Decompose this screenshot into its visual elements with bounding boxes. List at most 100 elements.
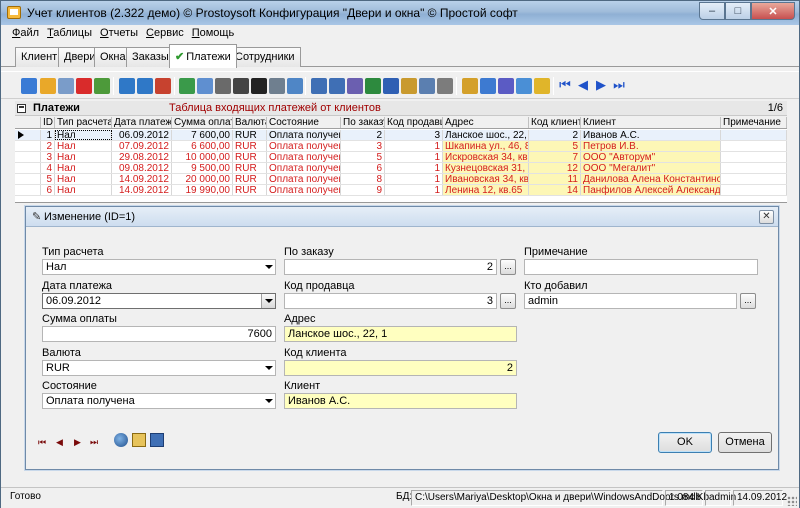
col-header-seller[interactable]: Код продавца xyxy=(385,117,443,128)
maximize-button[interactable]: □ xyxy=(725,2,751,20)
add-icon[interactable] xyxy=(94,78,110,94)
cell-sum[interactable]: 19 990,00 xyxy=(172,185,233,195)
dialog-last-record-icon[interactable]: ⏭ xyxy=(90,436,98,448)
calc-icon[interactable] xyxy=(462,78,478,94)
col-header-sum[interactable]: Сумма оплаты xyxy=(172,117,233,128)
cell-seller[interactable]: 1 xyxy=(385,185,443,195)
tab-orders[interactable]: Заказы xyxy=(126,47,175,67)
col-header-note[interactable]: Примечание xyxy=(721,117,787,128)
cell-sum[interactable]: 7 600,00 xyxy=(172,130,233,140)
cell-currency[interactable]: RUR xyxy=(233,141,267,151)
cell-seller[interactable]: 1 xyxy=(385,163,443,173)
dialog-prev-record-icon[interactable]: ◀ xyxy=(56,436,63,448)
cell-state[interactable]: Оплата получена xyxy=(267,163,341,173)
preview-icon[interactable] xyxy=(287,78,303,94)
cell-seller[interactable]: 1 xyxy=(385,141,443,151)
cell-note[interactable] xyxy=(721,152,787,162)
dialog-title-bar[interactable]: ✎ Изменение (ID=1) ✕ xyxy=(26,207,778,227)
table-row[interactable]: 5 Нал 14.09.2012 20 000,00 RUR Оплата по… xyxy=(15,174,787,185)
minimize-button[interactable]: – xyxy=(699,2,725,20)
copy-icon[interactable] xyxy=(58,78,74,94)
sum-input[interactable]: 7600 xyxy=(42,326,276,342)
cell-note[interactable] xyxy=(721,185,787,195)
cell-client[interactable]: Данилова Алена Константиновна xyxy=(581,174,721,184)
col-header-date[interactable]: Дата платежа xyxy=(112,117,172,128)
cell-currency[interactable]: RUR xyxy=(233,152,267,162)
settings-icon[interactable] xyxy=(437,78,453,94)
close-button[interactable]: ✕ xyxy=(751,2,795,20)
col-header-address[interactable]: Адрес xyxy=(443,117,529,128)
cell-type[interactable]: Нал xyxy=(55,152,112,162)
cell-order[interactable]: 9 xyxy=(341,185,385,195)
cell-address[interactable]: Ленина 12, кв.65 xyxy=(443,185,529,195)
menu-file[interactable]: Файл xyxy=(8,25,43,42)
cell-date[interactable]: 09.08.2012 xyxy=(112,163,172,173)
delete-icon[interactable] xyxy=(76,78,92,94)
calendar-dropdown-icon[interactable] xyxy=(261,294,275,308)
export-icon[interactable] xyxy=(311,78,327,94)
col-header-currency[interactable]: Валюта xyxy=(233,117,267,128)
cell-sum[interactable]: 6 600,00 xyxy=(172,141,233,151)
filter-icon[interactable] xyxy=(119,78,135,94)
sync-icon[interactable] xyxy=(179,78,195,94)
cell-address[interactable]: Ивановская 34, кв.7 xyxy=(443,174,529,184)
cell-client-code[interactable]: 11 xyxy=(529,174,581,184)
cell-id[interactable]: 3 xyxy=(41,152,55,162)
wizard-icon[interactable] xyxy=(534,78,550,94)
cell-currency[interactable]: RUR xyxy=(233,185,267,195)
added-by-input[interactable]: admin xyxy=(524,293,737,309)
ok-button[interactable]: OK xyxy=(658,432,712,453)
col-header-order[interactable]: По заказу xyxy=(341,117,385,128)
cell-state[interactable]: Оплата получена xyxy=(267,152,341,162)
document-icon[interactable] xyxy=(150,433,164,447)
cell-id[interactable]: 2 xyxy=(41,141,55,151)
cell-date[interactable]: 06.09.2012 xyxy=(112,130,172,140)
cell-currency[interactable]: RUR xyxy=(233,130,267,140)
dialog-first-record-icon[interactable]: ⏮ xyxy=(38,436,46,448)
table-row[interactable]: 3 Нал 29.08.2012 10 000,00 RUR Оплата по… xyxy=(15,152,787,163)
cell-order[interactable]: 6 xyxy=(341,163,385,173)
resize-grip-icon[interactable] xyxy=(787,496,797,506)
cell-date[interactable]: 29.08.2012 xyxy=(112,152,172,162)
cell-note[interactable] xyxy=(721,130,787,140)
import-icon[interactable] xyxy=(329,78,345,94)
cell-address[interactable]: Ланское шос., 22, 1 xyxy=(443,130,529,140)
word-icon[interactable] xyxy=(383,78,399,94)
cell-note[interactable] xyxy=(721,174,787,184)
cell-client[interactable]: Панфилов Алексей Александрович xyxy=(581,185,721,195)
col-header-state[interactable]: Состояние xyxy=(267,117,341,128)
cell-client-code[interactable]: 2 xyxy=(529,130,581,140)
prev-record-icon[interactable]: ◀ xyxy=(575,77,591,93)
seller-input[interactable]: 3 xyxy=(284,293,497,309)
cell-date[interactable]: 14.09.2012 xyxy=(112,174,172,184)
cell-id[interactable]: 5 xyxy=(41,174,55,184)
col-header-client-code[interactable]: Код клиента xyxy=(529,117,581,128)
menu-reports[interactable]: Отчеты xyxy=(96,25,142,42)
pay-date-picker[interactable]: 06.09.2012 xyxy=(42,293,276,309)
cell-type[interactable]: Нал xyxy=(55,130,112,140)
seller-lookup-button[interactable]: ... xyxy=(500,293,516,309)
cell-type[interactable]: Нал xyxy=(55,141,112,151)
find-icon[interactable] xyxy=(233,78,249,94)
order-input[interactable]: 2 xyxy=(284,259,497,275)
cell-note[interactable] xyxy=(721,141,787,151)
filter-clear-icon[interactable] xyxy=(137,78,153,94)
tab-employees[interactable]: Сотрудники xyxy=(229,47,301,67)
filter-down-icon[interactable] xyxy=(197,78,213,94)
cell-date[interactable]: 14.09.2012 xyxy=(112,185,172,195)
music-icon[interactable] xyxy=(498,78,514,94)
payments-grid[interactable]: ID Тип расчета Дата платежа Сумма оплаты… xyxy=(15,117,787,203)
cell-type[interactable]: Нал xyxy=(55,174,112,184)
email-icon[interactable] xyxy=(401,78,417,94)
folder-icon[interactable] xyxy=(132,433,146,447)
print-icon[interactable] xyxy=(269,78,285,94)
note-input[interactable] xyxy=(524,259,758,275)
cell-order[interactable]: 8 xyxy=(341,174,385,184)
cell-state[interactable]: Оплата получена xyxy=(267,185,341,195)
cell-seller[interactable]: 3 xyxy=(385,130,443,140)
menu-service[interactable]: Сервис xyxy=(142,25,188,42)
tab-payments[interactable]: ✔ Платежи xyxy=(169,44,237,68)
cell-sum[interactable]: 20 000,00 xyxy=(172,174,233,184)
cell-order[interactable]: 3 xyxy=(341,141,385,151)
refresh-icon[interactable] xyxy=(21,78,37,94)
